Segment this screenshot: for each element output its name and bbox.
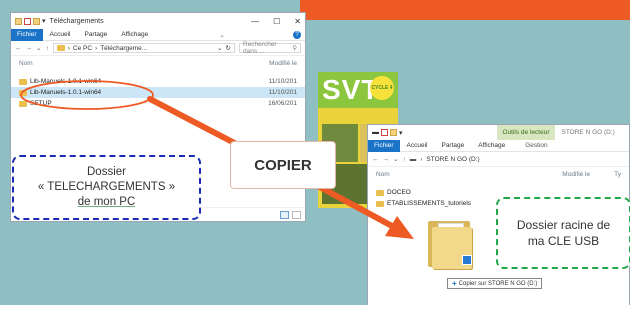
dropdown-icon[interactable]: ▾ <box>42 17 46 25</box>
properties-icon[interactable] <box>381 129 388 136</box>
up-icon[interactable]: ↑ <box>402 156 405 163</box>
tab-share[interactable]: Partage <box>77 31 114 38</box>
bottom-strip <box>0 305 630 309</box>
drive-tools-tab[interactable]: Outils de lecteur <box>496 125 556 140</box>
file-row[interactable]: Lib-Manuels-1.0.1-win64 11/10/201 <box>11 76 305 87</box>
column-modified[interactable]: Modifié le <box>562 171 590 178</box>
cycle-badge: CYCLE 4 <box>370 76 394 100</box>
tab-view[interactable]: Affichage <box>471 142 512 149</box>
ribbon: Fichier Accueil Partage Affichage Gestio… <box>368 139 629 152</box>
refresh-icon[interactable]: ↻ <box>226 44 231 52</box>
file-row[interactable]: SETUP 16/06/201 <box>11 98 305 109</box>
copier-label: COPIER <box>240 148 326 182</box>
minimize-button[interactable]: — <box>251 17 259 26</box>
tab-file[interactable]: Fichier <box>368 139 400 152</box>
drive-icon: ▬ <box>409 155 417 163</box>
tab-file[interactable]: Fichier <box>11 28 43 41</box>
window-title: Téléchargements <box>49 17 104 25</box>
chevron-down-icon[interactable]: ⌄ <box>217 44 222 52</box>
breadcrumb-separator: › <box>95 44 98 52</box>
folder-icon <box>19 100 27 107</box>
stage: ▾ Téléchargements — ☐ ✕ Fichier Accueil … <box>0 0 630 309</box>
breadcrumb-this-pc[interactable]: Ce PC <box>73 45 92 52</box>
tab-home[interactable]: Accueil <box>400 142 435 149</box>
breadcrumb-separator: › <box>420 155 423 163</box>
forward-icon[interactable]: → <box>26 45 33 52</box>
callout-line: ma CLE USB <box>527 234 600 248</box>
copy-tooltip: + Copier sur STORE N GO (D:) <box>447 278 543 289</box>
copy-tooltip-text: Copier sur STORE N GO (D:) <box>458 280 538 287</box>
tab-manage[interactable]: Gestion <box>518 142 554 149</box>
drive-icon: ▬ <box>372 129 379 136</box>
search-input[interactable]: Rechercher dans ... ⚲ <box>239 41 301 55</box>
chevron-down-icon[interactable]: ⌄ <box>393 155 398 163</box>
downloads-callout: Dossier « TELECHARGEMENTS » de mon PC <box>12 155 201 220</box>
file-date: 11/10/201 <box>268 78 297 85</box>
top-banner <box>300 0 630 20</box>
breadcrumb-drive[interactable]: STORE N GO (D:) <box>426 156 479 163</box>
window-title: STORE N GO (D:) <box>561 129 615 136</box>
tab-home[interactable]: Accueil <box>43 31 78 38</box>
callout-line: de mon PC <box>77 195 136 208</box>
address-row: ← → ⌄ ↑ ▬ › STORE N GO (D:) <box>368 152 629 167</box>
file-date: 16/06/201 <box>268 100 297 107</box>
column-modified[interactable]: Modifié le <box>269 60 297 67</box>
details-view-button[interactable] <box>280 210 289 219</box>
address-bar[interactable]: › Ce PC › Téléchargeme... ⌄ ↻ <box>52 43 235 53</box>
back-icon[interactable]: ← <box>372 156 379 163</box>
maximize-button[interactable]: ☐ <box>273 17 280 26</box>
expand-ribbon-icon[interactable]: ⌄ <box>219 31 224 39</box>
file-name: Lib-Manuels-1.0.1-win64 <box>30 89 102 96</box>
column-type[interactable]: Ty <box>614 171 621 178</box>
address-row: ← → ⌄ ↑ › Ce PC › Téléchargeme... ⌄ ↻ Re… <box>11 41 305 56</box>
breadcrumb-separator: › <box>67 44 70 52</box>
copier-label-box: COPIER <box>230 141 336 189</box>
file-date: 11/10/201 <box>268 89 297 96</box>
file-name: ETABLISSEMENTS_tutoriels <box>387 200 472 207</box>
tab-view[interactable]: Affichage <box>114 31 155 38</box>
file-name: Lib-Manuels-1.0.1-win64 <box>30 78 102 85</box>
file-row-selected[interactable]: Lib-Manuels-1.0.1-win64 11/10/201 <box>11 87 305 98</box>
column-name[interactable]: Nom <box>19 60 33 67</box>
dropdown-icon[interactable]: ▾ <box>399 129 403 137</box>
help-icon[interactable]: ? <box>292 30 301 39</box>
callout-line: Dossier <box>87 166 126 179</box>
tab-share[interactable]: Partage <box>434 142 471 149</box>
close-button[interactable]: ✕ <box>294 17 301 26</box>
folder-icon <box>376 189 384 196</box>
new-folder-icon[interactable] <box>33 17 40 25</box>
new-folder-icon[interactable] <box>390 129 397 136</box>
icons-view-button[interactable] <box>292 210 301 219</box>
callout-line: « TELECHARGEMENTS » <box>37 181 176 194</box>
folder-icon <box>19 89 27 96</box>
properties-icon[interactable] <box>24 17 31 25</box>
ribbon: Fichier Accueil Partage Affichage ⌄ ? <box>11 28 305 41</box>
title-bar: ▾ Téléchargements — ☐ ✕ <box>11 13 305 29</box>
quick-access-toolbar: ▬ ▾ <box>372 129 403 137</box>
plus-icon: + <box>452 279 457 288</box>
file-name: DOCEO <box>387 189 411 196</box>
column-name[interactable]: Nom <box>376 171 390 178</box>
usb-callout: Dossier racine de ma CLE USB <box>496 197 630 269</box>
forward-icon[interactable]: → <box>383 156 390 163</box>
quick-access-toolbar: ▾ <box>15 17 46 25</box>
column-headers: Nom Modifié le Ty <box>368 167 629 181</box>
folder-icon <box>19 78 27 85</box>
chevron-down-icon[interactable]: ⌄ <box>36 44 41 52</box>
search-icon: ⚲ <box>292 45 297 52</box>
file-name: SETUP <box>30 100 52 107</box>
column-headers: Nom Modifié le <box>11 56 305 70</box>
breadcrumb-downloads[interactable]: Téléchargeme... <box>100 45 147 52</box>
search-placeholder: Rechercher dans ... <box>243 41 277 55</box>
up-icon[interactable]: ↑ <box>45 45 48 52</box>
folder-icon <box>15 17 22 25</box>
folder-icon <box>376 200 384 207</box>
callout-line: Dossier racine de <box>516 217 611 232</box>
folder-icon <box>56 45 65 51</box>
dragged-folder-icon[interactable] <box>424 217 476 272</box>
title-bar: ▬ ▾ Outils de lecteur STORE N GO (D:) <box>368 125 629 140</box>
back-icon[interactable]: ← <box>15 45 22 52</box>
